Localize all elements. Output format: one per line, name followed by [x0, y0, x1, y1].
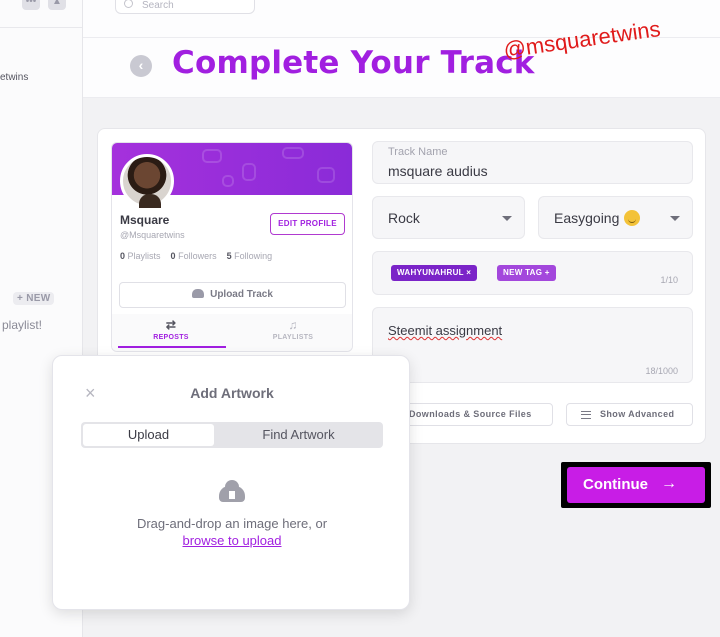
profile-tabs: ⇄ REPOSTS ♫ PLAYLISTS [112, 314, 352, 351]
cloud-upload-icon [219, 480, 245, 502]
profile-preview-card: Msquare @Msquaretwins EDIT PROFILE 0 Pla… [111, 142, 353, 352]
smiley-icon [624, 210, 641, 226]
page-title: Complete Your Track [172, 45, 535, 81]
profile-name: Msquare [120, 213, 170, 227]
mood-select[interactable]: Easygoing [538, 196, 693, 239]
chevron-down-icon [670, 216, 680, 221]
track-name-value: msquare audius [388, 163, 488, 179]
new-tag-button[interactable]: NEW TAG + [497, 265, 556, 281]
repost-icon: ⇄ [165, 318, 177, 332]
cloud-upload-icon [192, 289, 205, 298]
mood-value: Easygoing [554, 210, 620, 226]
sidebar-top: ••• ▲ [0, 0, 82, 28]
chevron-down-icon [502, 216, 512, 221]
show-advanced-button[interactable]: Show Advanced [566, 403, 693, 426]
playlist-icon: ♫ [288, 318, 298, 332]
browse-link[interactable]: browse to upload [53, 533, 411, 548]
tab-reposts[interactable]: ⇄ REPOSTS [116, 318, 226, 341]
new-playlist-button[interactable]: + NEW [13, 292, 55, 305]
arrow-right-icon: → [661, 475, 677, 492]
sidebar-playlist-text: playlist! [2, 318, 43, 332]
tab-upload[interactable]: Upload [83, 424, 214, 446]
back-arrow-icon[interactable]: ‹ [130, 55, 152, 77]
bell-icon[interactable]: ▲ [48, 0, 66, 10]
tag-count: 1/10 [660, 275, 678, 285]
edit-profile-button[interactable]: EDIT PROFILE [270, 213, 345, 235]
more-icon[interactable]: ••• [22, 0, 40, 10]
track-name-label: Track Name [388, 146, 448, 158]
genre-select[interactable]: Rock [372, 196, 525, 239]
continue-button[interactable]: Continue → [567, 467, 705, 503]
search-input[interactable]: Search [115, 0, 255, 14]
modal-title: Add Artwork [190, 385, 274, 401]
search-placeholder: Search [142, 0, 174, 11]
track-name-field[interactable]: Track Name msquare audius [372, 141, 693, 184]
description-value: Steemit assignment [388, 323, 503, 338]
tags-field[interactable]: WAHYUNAHRUL × NEW TAG + 1/10 [372, 251, 693, 295]
drop-zone-text: Drag-and-drop an image here, or [136, 516, 328, 531]
genre-value: Rock [388, 210, 420, 226]
sidebar-account-text: etwins [0, 72, 29, 83]
tag-chip[interactable]: WAHYUNAHRUL × [391, 265, 478, 281]
stat-followers: 0 Followers [170, 251, 217, 261]
upload-track-button[interactable]: Upload Track [119, 282, 346, 308]
active-tab-indicator [118, 346, 226, 348]
stat-playlists: 0 Playlists [120, 251, 161, 261]
tab-find-artwork[interactable]: Find Artwork [216, 424, 381, 446]
add-artwork-modal: × Add Artwork Upload Find Artwork Drag-a… [52, 355, 410, 610]
downloads-source-files-button[interactable]: Downloads & Source Files [394, 403, 553, 426]
description-field[interactable]: Steemit assignment 18/1000 [372, 307, 693, 383]
artwork-source-toggle: Upload Find Artwork [81, 422, 383, 448]
stat-following: 5 Following [226, 251, 273, 261]
avatar [120, 154, 174, 208]
page-header: ‹ Complete Your Track @msquaretwins [83, 16, 720, 98]
continue-highlight: Continue → [561, 462, 711, 508]
description-count: 18/1000 [645, 366, 678, 376]
tab-playlists[interactable]: ♫ PLAYLISTS [238, 318, 348, 341]
profile-stats: 0 Playlists 0 Followers 5 Following [120, 251, 272, 261]
settings-lines-icon [581, 411, 591, 419]
profile-handle: @Msquaretwins [120, 230, 185, 240]
search-icon [124, 0, 133, 8]
